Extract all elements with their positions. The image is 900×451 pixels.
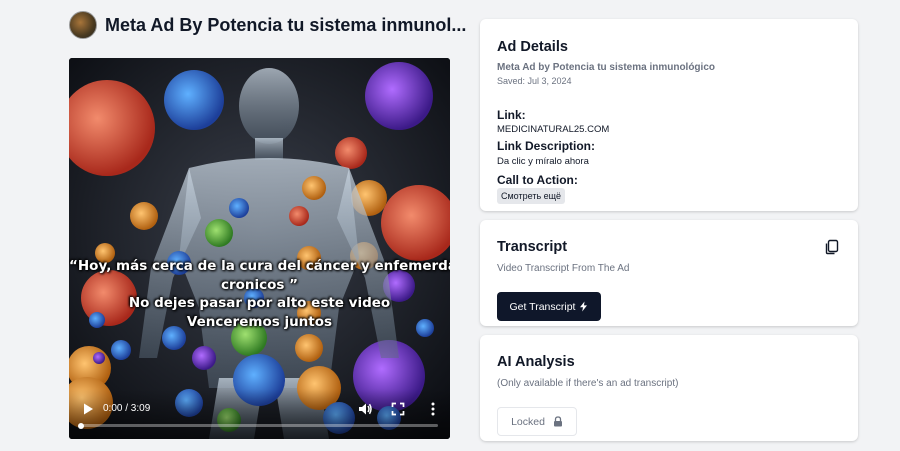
call-to-action-badge: Смотреть ещё — [497, 188, 566, 204]
ai-analysis-card: AI Analysis (Only available if there's a… — [480, 335, 858, 441]
transcript-card: Transcript Video Transcript From The Ad … — [480, 220, 858, 326]
call-to-action-label: Call to Action: — [497, 173, 578, 187]
saved-date: Saved: Jul 3, 2024 — [497, 76, 572, 86]
lightning-icon — [580, 301, 588, 312]
locked-button[interactable]: Locked — [497, 407, 577, 436]
more-vertical-icon[interactable] — [425, 401, 441, 417]
video-time: 0:00 / 3:09 — [103, 403, 151, 414]
transcript-title: Transcript — [497, 239, 568, 255]
page-header: Meta Ad By Potencia tu sistema inmunol..… — [69, 11, 466, 39]
caption-line: cronicos ” — [220, 276, 299, 293]
ad-name: Meta Ad by Potencia tu sistema inmunológ… — [497, 62, 715, 73]
caption-line: No dejes pasar por alto este video — [128, 295, 391, 311]
avatar — [69, 11, 97, 39]
video-caption: “Hoy, más cerca de la cura del cáncer y … — [69, 257, 450, 331]
video-controls: 0:00 / 3:09 — [69, 389, 450, 439]
video-player[interactable]: “Hoy, más cerca de la cura del cáncer y … — [69, 58, 450, 439]
ad-details-card: Ad Details Meta Ad by Potencia tu sistem… — [480, 19, 858, 211]
link-label: Link: — [497, 108, 526, 122]
ad-details-title: Ad Details — [497, 39, 568, 55]
page-title: Meta Ad By Potencia tu sistema inmunol..… — [105, 14, 467, 35]
caption-line: “Hoy, más cerca de la cura del cáncer y … — [69, 258, 450, 274]
video-thumbnail — [69, 58, 450, 439]
locked-label: Locked — [511, 415, 545, 428]
caption-line: Venceremos juntos — [186, 313, 333, 330]
get-transcript-button[interactable]: Get Transcript — [497, 292, 601, 321]
video-progress-thumb[interactable] — [78, 422, 84, 429]
volume-icon[interactable] — [357, 401, 373, 417]
link-description-label: Link Description: — [497, 139, 596, 153]
lock-icon — [553, 416, 562, 427]
link-value[interactable]: MEDICINATURAL25.COM — [497, 124, 609, 135]
link-description-value: Da clic y míralo ahora — [497, 156, 589, 167]
fullscreen-icon[interactable] — [391, 402, 405, 416]
play-icon[interactable] — [81, 402, 95, 416]
transcript-subtitle: Video Transcript From The Ad — [497, 263, 630, 274]
video-progress-bar[interactable] — [78, 422, 438, 429]
ai-analysis-subtitle: (Only available if there's an ad transcr… — [497, 378, 679, 389]
ai-analysis-title: AI Analysis — [497, 354, 575, 370]
get-transcript-label: Get Transcript — [509, 300, 576, 313]
copy-icon[interactable] — [824, 239, 840, 255]
